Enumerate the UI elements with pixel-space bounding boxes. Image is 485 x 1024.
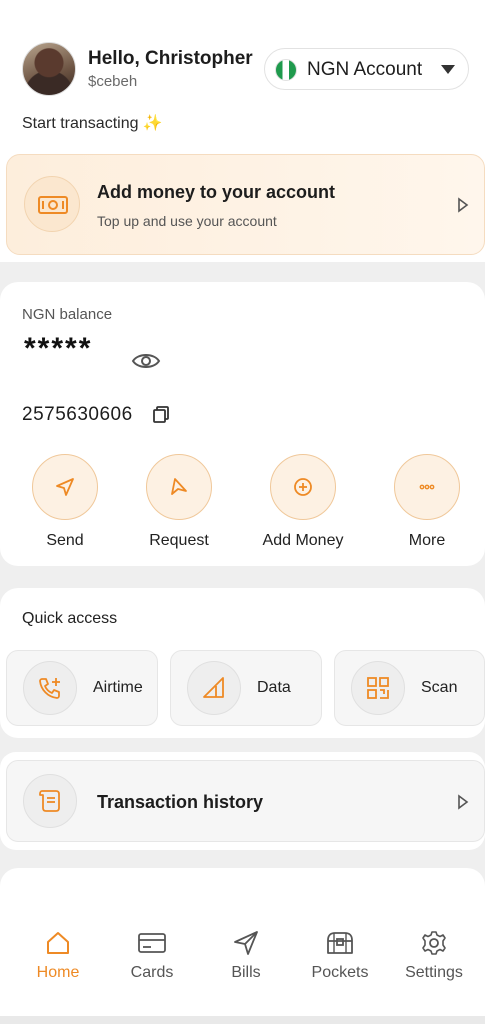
account-selector[interactable]: NGN Account xyxy=(264,48,469,90)
copy-icon[interactable] xyxy=(152,406,170,429)
balance-value: ***** xyxy=(24,332,93,365)
quick-airtime-label: Airtime xyxy=(93,679,143,696)
plus-circle-icon xyxy=(270,454,336,520)
send-label: Send xyxy=(46,532,84,549)
account-selector-label: NGN Account xyxy=(307,59,423,80)
send-icon xyxy=(32,454,98,520)
add-money-action[interactable]: Add Money xyxy=(248,454,358,550)
send-icon xyxy=(201,928,291,958)
chevron-right-icon xyxy=(457,794,469,815)
quick-scan[interactable]: Scan xyxy=(334,650,485,726)
more-label: More xyxy=(408,532,446,549)
nav-pockets-label: Pockets xyxy=(311,964,369,981)
transaction-history-button[interactable]: Transaction history xyxy=(6,760,485,842)
add-money-title: Add money to your account xyxy=(97,182,336,202)
quick-access-section: Quick access Airtime Data Scan xyxy=(0,588,485,738)
quick-data[interactable]: Data xyxy=(170,650,322,726)
add-money-label: Add Money xyxy=(262,532,344,549)
more-action[interactable]: More xyxy=(372,454,482,550)
receipt-icon xyxy=(23,774,77,828)
transaction-history-section: Transaction history xyxy=(0,752,485,850)
send-action[interactable]: Send xyxy=(10,454,120,550)
home-icon xyxy=(13,928,103,958)
nav-settings[interactable]: Settings xyxy=(389,928,479,982)
request-action[interactable]: Request xyxy=(124,454,234,550)
chest-icon xyxy=(295,928,385,958)
nav-bills[interactable]: Bills xyxy=(201,928,291,982)
request-icon xyxy=(146,454,212,520)
account-number: 2575630606 xyxy=(22,404,133,425)
header-section: Hello, Christopher $cebeh NGN Account St… xyxy=(0,0,485,262)
greeting: Hello, Christopher xyxy=(88,48,253,69)
user-handle: $cebeh xyxy=(88,73,138,90)
start-transacting: Start transacting ✨ xyxy=(22,113,162,133)
avatar[interactable] xyxy=(22,42,76,96)
nav-cards[interactable]: Cards xyxy=(107,928,197,982)
start-text: Start transacting xyxy=(22,115,139,132)
sparkle-icon: ✨ xyxy=(142,115,163,132)
quick-data-label: Data xyxy=(257,679,291,696)
chevron-right-icon xyxy=(457,197,469,218)
balance-card: NGN balance ***** 2575630606 Send Reques… xyxy=(0,282,485,566)
quick-airtime[interactable]: Airtime xyxy=(6,650,158,726)
bottom-navigation: Home Cards Bills Pockets Settings xyxy=(0,892,485,1024)
request-label: Request xyxy=(149,532,209,549)
qr-icon xyxy=(351,661,405,715)
nav-pockets[interactable]: Pockets xyxy=(295,928,385,982)
add-money-banner[interactable]: Add money to your account Top up and use… xyxy=(6,154,485,255)
add-money-subtitle: Top up and use your account xyxy=(97,213,277,229)
phone-plus-icon xyxy=(23,661,77,715)
more-icon xyxy=(394,454,460,520)
card-icon xyxy=(107,928,197,958)
cash-icon xyxy=(24,176,80,232)
nav-bills-label: Bills xyxy=(231,964,261,981)
transaction-history-label: Transaction history xyxy=(97,792,264,812)
balance-label: NGN balance xyxy=(22,306,113,323)
eye-icon[interactable] xyxy=(131,350,161,377)
gear-icon xyxy=(389,928,479,958)
nav-home-label: Home xyxy=(36,964,80,981)
home-indicator-bar xyxy=(0,1016,485,1024)
nav-settings-label: Settings xyxy=(405,964,463,981)
quick-access-title: Quick access xyxy=(22,610,118,627)
quick-scan-label: Scan xyxy=(421,679,458,696)
nav-home[interactable]: Home xyxy=(13,928,103,982)
chevron-down-icon xyxy=(441,65,455,74)
signal-icon xyxy=(187,661,241,715)
nigeria-flag-icon xyxy=(275,59,297,81)
nav-cards-label: Cards xyxy=(130,964,174,981)
